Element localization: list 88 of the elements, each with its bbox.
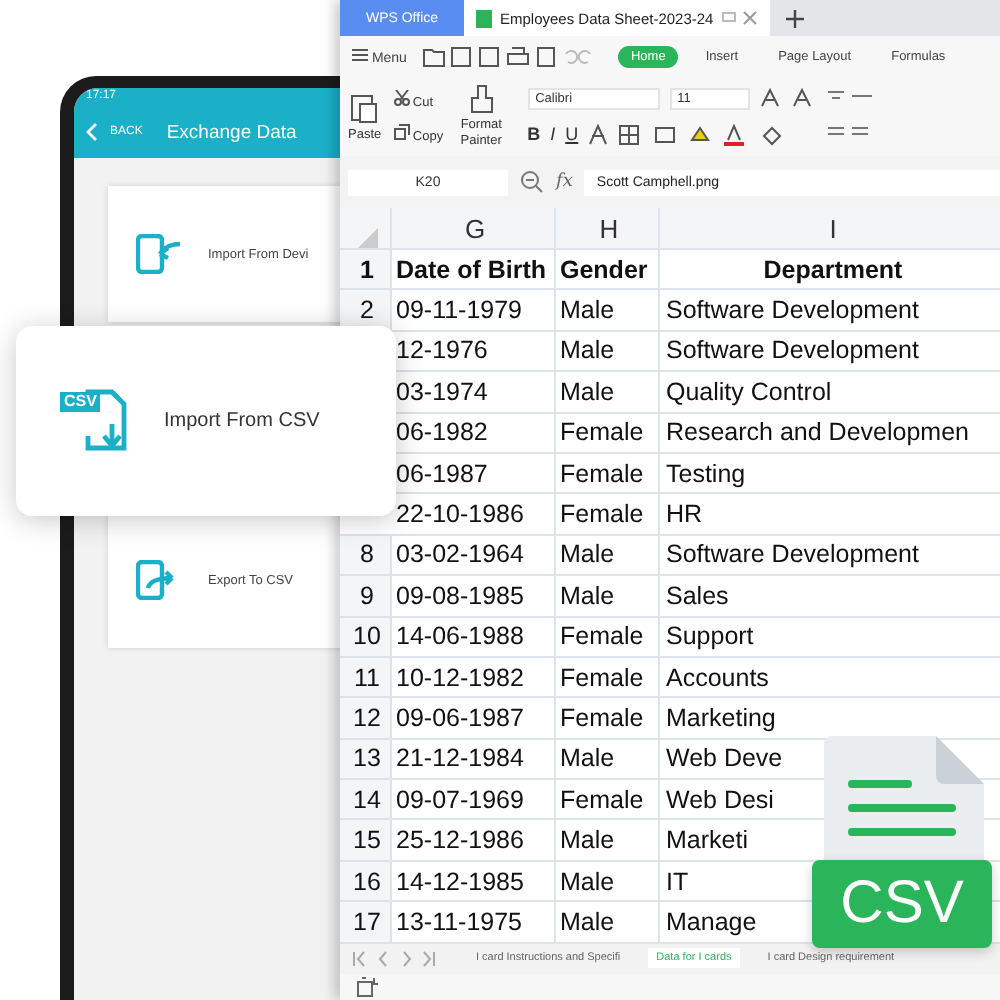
row-header[interactable]: 8 — [340, 535, 392, 575]
table-cell: 09-11-1979 — [396, 296, 523, 325]
chevron-left-icon — [86, 122, 98, 142]
table-cell: Female — [560, 459, 644, 488]
format-button[interactable]: I — [550, 124, 556, 144]
table-cell: Sales — [666, 581, 729, 610]
table-cell: Research and Developmen — [666, 418, 969, 447]
row-header[interactable]: 2 — [340, 290, 392, 330]
scissors-icon — [393, 89, 410, 105]
csv-badge: CSV — [812, 860, 992, 948]
table-cell: 14-12-1985 — [396, 867, 524, 896]
function-button[interactable]: fx — [556, 172, 573, 192]
csv-tag: CSV — [60, 391, 101, 411]
table-cell: Male — [560, 581, 615, 610]
table-cell: Web Deve — [666, 744, 783, 773]
table-cell: Software Development — [666, 336, 919, 365]
table-cell: Department — [763, 255, 903, 284]
table-cell: Quality Control — [666, 377, 832, 406]
row-header[interactable]: 17 — [340, 902, 392, 942]
row-header[interactable]: 10 — [340, 617, 392, 656]
new-tab-icon[interactable] — [785, 9, 804, 27]
font-grow-shrink-icon[interactable] — [759, 88, 812, 108]
table-cell: Female — [560, 703, 644, 732]
table-cell: Male — [560, 907, 615, 936]
row-header[interactable]: 13 — [340, 739, 392, 779]
macro-icon[interactable] — [356, 975, 380, 998]
spreadsheet-icon — [476, 9, 492, 27]
format-button[interactable]: B — [527, 124, 541, 144]
table-cell: Gender — [560, 255, 648, 284]
table-cell: 10-12-1982 — [396, 663, 524, 692]
table-cell: HR — [666, 500, 703, 529]
table-cell: 09-06-1987 — [396, 703, 524, 732]
column-header[interactable]: G — [392, 208, 556, 248]
table-cell: Female — [560, 418, 644, 447]
table-cell: Support — [666, 622, 754, 651]
option-label: Import From CSV — [164, 410, 320, 432]
row-header[interactable]: 16 — [340, 861, 392, 901]
table-cell: Testing — [666, 459, 746, 488]
column-header[interactable]: I — [660, 208, 1000, 248]
format-button[interactable]: U — [565, 124, 579, 144]
table-cell: Female — [560, 500, 644, 529]
clipboard-icon — [350, 91, 379, 123]
table-cell: Male — [560, 867, 615, 896]
table-cell: Marketing — [666, 703, 776, 732]
table-cell: Manage — [666, 907, 757, 936]
table-cell: Software Development — [666, 296, 919, 325]
table-cell: Date of Birth — [396, 255, 546, 284]
table-cell: 03-1974 — [396, 377, 488, 406]
table-cell: Marketi — [666, 826, 748, 855]
table-cell: Male — [560, 377, 615, 406]
table-cell: 06-1982 — [396, 418, 488, 447]
row-header[interactable]: 1 — [340, 250, 392, 289]
screen-title: Exchange Data — [166, 121, 297, 143]
row-header[interactable]: 12 — [340, 698, 392, 738]
table-cell: 06-1987 — [396, 459, 488, 488]
table-cell: Software Development — [666, 540, 919, 569]
column-header[interactable]: H — [556, 208, 660, 248]
table-cell: Female — [560, 663, 644, 692]
row-header[interactable]: 14 — [340, 780, 392, 819]
table-cell: 22-10-1986 — [396, 500, 524, 529]
table-cell: 13-11-1975 — [396, 907, 523, 936]
table-cell: Male — [560, 296, 615, 325]
table-cell: Male — [560, 826, 615, 855]
table-cell: 12-1976 — [396, 336, 488, 365]
row-header[interactable]: 9 — [340, 576, 392, 616]
table-cell: Web Desi — [666, 785, 774, 814]
table-cell: IT — [666, 867, 689, 896]
menu-icon — [352, 47, 368, 61]
copy-icon — [393, 123, 410, 139]
table-cell: Accounts — [666, 663, 769, 692]
row-header[interactable]: 15 — [340, 820, 392, 860]
table-cell: 21-12-1984 — [396, 744, 524, 773]
close-icon[interactable] — [721, 10, 758, 26]
table-cell: 09-08-1985 — [396, 581, 524, 610]
table-cell: 09-07-1969 — [396, 785, 524, 814]
table-cell: Male — [560, 336, 615, 365]
table-cell: Female — [560, 622, 644, 651]
phone-import-icon — [136, 234, 184, 274]
table-cell: 14-06-1988 — [396, 622, 524, 651]
paintbrush-icon — [469, 83, 494, 114]
table-cell: Male — [560, 744, 615, 773]
table-cell: Male — [560, 540, 615, 569]
zoom-icon[interactable] — [520, 170, 544, 194]
row-header[interactable]: 11 — [340, 657, 392, 697]
table-cell: 25-12-1986 — [396, 826, 524, 855]
import-option-card[interactable]: CSV Import From CSV — [16, 326, 396, 516]
table-cell: 03-02-1964 — [396, 540, 524, 569]
table-cell: Female — [560, 785, 644, 814]
